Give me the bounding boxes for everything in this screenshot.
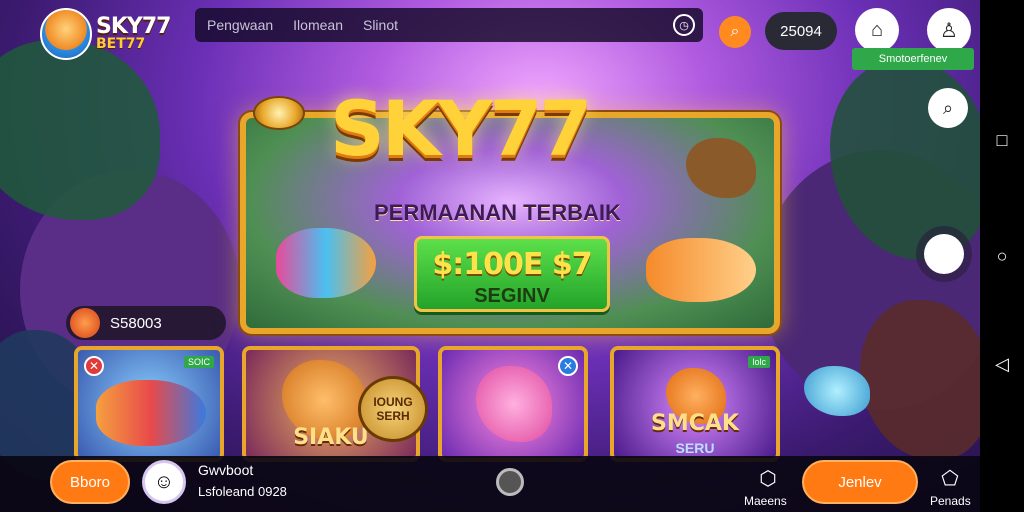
game-seal: IOUNG SERH — [358, 376, 428, 442]
jungle-foliage — [860, 300, 980, 460]
search-button[interactable]: ⌕ — [719, 16, 751, 48]
search-icon: ⌕ — [730, 23, 740, 40]
fish-illustration — [276, 228, 376, 298]
card-title: SMCAK — [651, 411, 739, 436]
close-icon[interactable]: ✕ — [558, 356, 578, 376]
account-button[interactable]: ♙ — [927, 8, 971, 52]
seal-line-2: SERH — [376, 409, 410, 423]
brand-sub: BET77 — [96, 36, 146, 52]
android-navigation: □ ○ ◁ — [980, 0, 1024, 512]
promo-banner[interactable]: Smotoerfenev — [852, 48, 974, 70]
nav-item-1[interactable]: Pengwaan — [207, 17, 273, 33]
nav-item-3[interactable]: Slinot — [363, 17, 398, 33]
seal-line-1: IOUNG — [373, 395, 413, 409]
blue-gem — [804, 366, 870, 416]
nav-item-2[interactable]: Ilomean — [293, 17, 343, 33]
credit-display: 25094 — [765, 12, 837, 50]
rewards-icon[interactable]: ⬠ — [938, 466, 962, 491]
user-name: Gwvboot — [198, 462, 254, 478]
close-icon[interactable]: ✕ — [84, 356, 104, 376]
coin-icon — [70, 308, 100, 338]
clock-icon[interactable]: ◷ — [673, 14, 695, 36]
avatar[interactable]: ☺ — [142, 460, 186, 504]
jungle-foliage — [0, 40, 160, 220]
avatar-icon: ☺ — [153, 470, 175, 493]
game-card-snack[interactable]: lolc SMCAK SERU — [610, 346, 780, 462]
game-card-fish[interactable]: ✕ SOIC — [74, 346, 224, 462]
card-badge: lolc — [748, 356, 770, 368]
cta-amount: $:100E $7 — [432, 247, 592, 282]
user-time: Lsfoleand 0928 — [198, 484, 287, 499]
treasure-pot — [686, 138, 756, 198]
top-nav: Pengwaan Ilomean Slinot ◷ — [195, 8, 703, 42]
cta-label: SEGINV — [474, 285, 550, 307]
hero-title: SKY77 — [330, 84, 592, 173]
balance-value: S58003 — [110, 314, 162, 332]
user-icon: ⌂ — [870, 18, 884, 41]
fish-illustration — [96, 380, 206, 446]
side-search-button[interactable]: ⌕ — [928, 88, 968, 128]
right-action-button[interactable]: Jenlev — [802, 460, 918, 504]
card-badge: SOIC — [183, 356, 214, 368]
floating-action-button[interactable] — [916, 226, 972, 282]
game-card-flower[interactable]: ✕ — [438, 346, 588, 462]
card-sub: SERU — [675, 440, 715, 456]
maps-label[interactable]: Maeens — [744, 494, 787, 508]
rewards-label[interactable]: Penads — [930, 494, 971, 508]
profile-button[interactable]: ⌂ — [855, 8, 899, 52]
maps-icon[interactable]: ⬡ — [756, 466, 780, 491]
circle-icon — [924, 234, 964, 274]
person-icon: ♙ — [940, 19, 958, 42]
home-circle-icon[interactable]: ○ — [992, 246, 1012, 266]
flower-character — [476, 366, 552, 442]
home-button[interactable] — [496, 468, 524, 496]
square-icon[interactable]: □ — [992, 130, 1012, 150]
search-icon: ⌕ — [942, 97, 954, 118]
fish-illustration — [646, 238, 756, 302]
sky77-logo[interactable] — [40, 8, 92, 60]
game-screen: SKY77 BET77 Pengwaan Ilomean Slinot ◷ ⌕ … — [0, 0, 980, 512]
hero-subtitle: PERMAANAN TERBAIK — [374, 200, 621, 225]
cta-button[interactable]: $:100E $7 SEGINV — [414, 236, 610, 312]
coin-icon — [253, 96, 305, 130]
back-icon[interactable]: ◁ — [992, 354, 1012, 374]
left-action-button[interactable]: Bboro — [50, 460, 130, 504]
balance-pill[interactable]: S58003 — [66, 306, 226, 340]
